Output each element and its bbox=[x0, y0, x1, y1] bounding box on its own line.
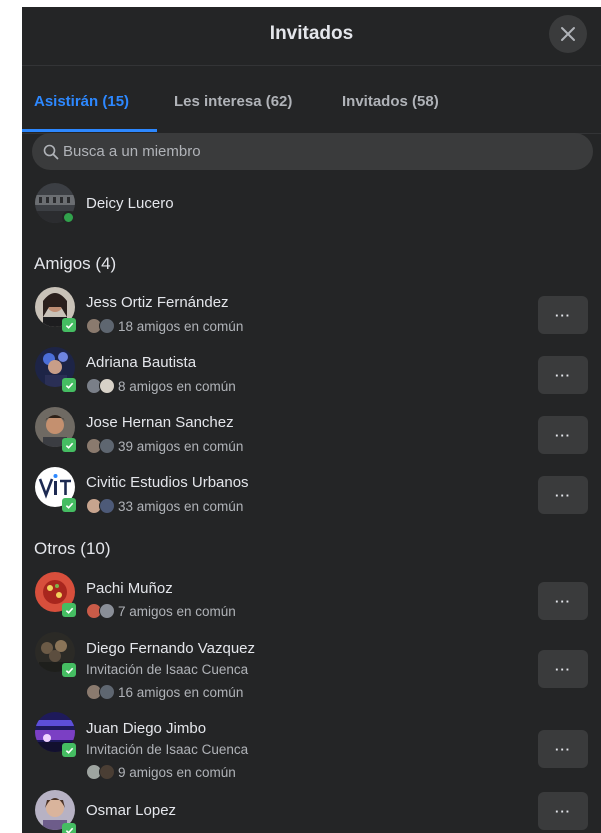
member-name[interactable]: Diego Fernando Vazquez bbox=[86, 640, 255, 657]
tab-interested[interactable]: Les interesa (62) bbox=[174, 93, 292, 110]
member-name[interactable]: Juan Diego Jimbo bbox=[86, 720, 206, 737]
more-options-button[interactable]: ··· bbox=[538, 792, 588, 830]
host-row[interactable]: Deicy Lucero bbox=[22, 179, 601, 229]
mutual-friends-count: 39 amigos en común bbox=[118, 438, 244, 454]
going-check-icon bbox=[62, 823, 76, 833]
member-name[interactable]: Deicy Lucero bbox=[86, 195, 174, 212]
going-check-icon bbox=[62, 318, 76, 332]
member-name[interactable]: Jess Ortiz Fernández bbox=[86, 294, 229, 311]
tab-bar: Asistirán (15) Les interesa (62) Invitad… bbox=[22, 83, 601, 134]
mutual-friends: 9 amigos en común bbox=[86, 764, 236, 780]
tab-attending[interactable]: Asistirán (15) bbox=[34, 93, 129, 110]
mutual-friends-count: 8 amigos en común bbox=[118, 378, 236, 394]
more-options-button[interactable]: ··· bbox=[538, 416, 588, 454]
mutual-friend-avatar bbox=[99, 764, 115, 780]
mutual-friends-count: 18 amigos en común bbox=[118, 318, 244, 334]
more-options-button[interactable]: ··· bbox=[538, 476, 588, 514]
member-name[interactable]: Osmar Lopez bbox=[86, 802, 176, 819]
list-item[interactable]: Diego Fernando Vazquez Invitación de Isa… bbox=[22, 630, 601, 704]
mutual-friend-avatar bbox=[99, 438, 115, 454]
more-options-button[interactable]: ··· bbox=[538, 730, 588, 768]
tab-invited[interactable]: Invitados (58) bbox=[342, 93, 439, 110]
member-name[interactable]: Adriana Bautista bbox=[86, 354, 196, 371]
mutual-friend-avatar bbox=[99, 684, 115, 700]
search-icon bbox=[43, 144, 59, 159]
list-item[interactable]: Pachi Muñoz 7 amigos en común ··· bbox=[22, 570, 601, 626]
mutual-friends: 33 amigos en común bbox=[86, 498, 243, 514]
dialog-header: Invitados bbox=[22, 7, 601, 66]
dialog-title: Invitados bbox=[269, 23, 354, 44]
more-options-button[interactable]: ··· bbox=[538, 296, 588, 334]
more-options-button[interactable]: ··· bbox=[538, 356, 588, 394]
section-title-friends: Amigos (4) bbox=[34, 254, 117, 273]
mutual-friends-count: 7 amigos en común bbox=[118, 603, 236, 619]
section-title-others: Otros (10) bbox=[34, 539, 111, 558]
search-bar[interactable] bbox=[32, 133, 593, 170]
mutual-friend-avatar bbox=[99, 378, 115, 394]
mutual-friend-avatar bbox=[99, 498, 115, 514]
going-check-icon bbox=[62, 663, 76, 677]
list-item[interactable]: Jose Hernan Sanchez 39 amigos en común ·… bbox=[22, 405, 601, 461]
mutual-friends: 7 amigos en común bbox=[86, 603, 236, 619]
more-options-button[interactable]: ··· bbox=[538, 650, 588, 688]
mutual-friends: 18 amigos en común bbox=[86, 318, 243, 334]
member-name[interactable]: Jose Hernan Sanchez bbox=[86, 414, 234, 431]
going-check-icon bbox=[62, 498, 76, 512]
close-button[interactable] bbox=[549, 15, 587, 53]
attendees-dialog: Invitados Asistirán (15) Les interesa (6… bbox=[22, 7, 601, 833]
more-options-button[interactable]: ··· bbox=[538, 582, 588, 620]
going-check-icon bbox=[62, 378, 76, 392]
online-status-dot bbox=[62, 211, 75, 224]
list-item[interactable]: Jess Ortiz Fernández 18 amigos en común … bbox=[22, 285, 601, 341]
mutual-friends-count: 9 amigos en común bbox=[118, 764, 236, 780]
list-item[interactable]: Osmar Lopez ··· bbox=[22, 788, 601, 833]
invited-by-text: Invitación de Isaac Cuenca bbox=[86, 662, 249, 677]
mutual-friend-avatar bbox=[99, 603, 115, 619]
close-icon bbox=[561, 27, 575, 41]
member-name[interactable]: Civitic Estudios Urbanos bbox=[86, 474, 249, 491]
going-check-icon bbox=[62, 438, 76, 452]
invited-by-text: Invitación de Isaac Cuenca bbox=[86, 742, 249, 757]
list-item[interactable]: Civitic Estudios Urbanos 33 amigos en co… bbox=[22, 465, 601, 521]
search-input[interactable] bbox=[63, 143, 563, 160]
list-item[interactable]: Adriana Bautista 8 amigos en común ··· bbox=[22, 345, 601, 401]
going-check-icon bbox=[62, 743, 76, 757]
mutual-friends: 16 amigos en común bbox=[86, 684, 243, 700]
going-check-icon bbox=[62, 603, 76, 617]
member-name[interactable]: Pachi Muñoz bbox=[86, 580, 173, 597]
mutual-friends-count: 33 amigos en común bbox=[118, 498, 244, 514]
mutual-friends: 8 amigos en común bbox=[86, 378, 236, 394]
mutual-friend-avatar bbox=[99, 318, 115, 334]
active-tab-indicator bbox=[22, 129, 157, 132]
mutual-friends: 39 amigos en común bbox=[86, 438, 243, 454]
mutual-friends-count: 16 amigos en común bbox=[118, 684, 244, 700]
list-item[interactable]: Juan Diego Jimbo Invitación de Isaac Cue… bbox=[22, 710, 601, 784]
